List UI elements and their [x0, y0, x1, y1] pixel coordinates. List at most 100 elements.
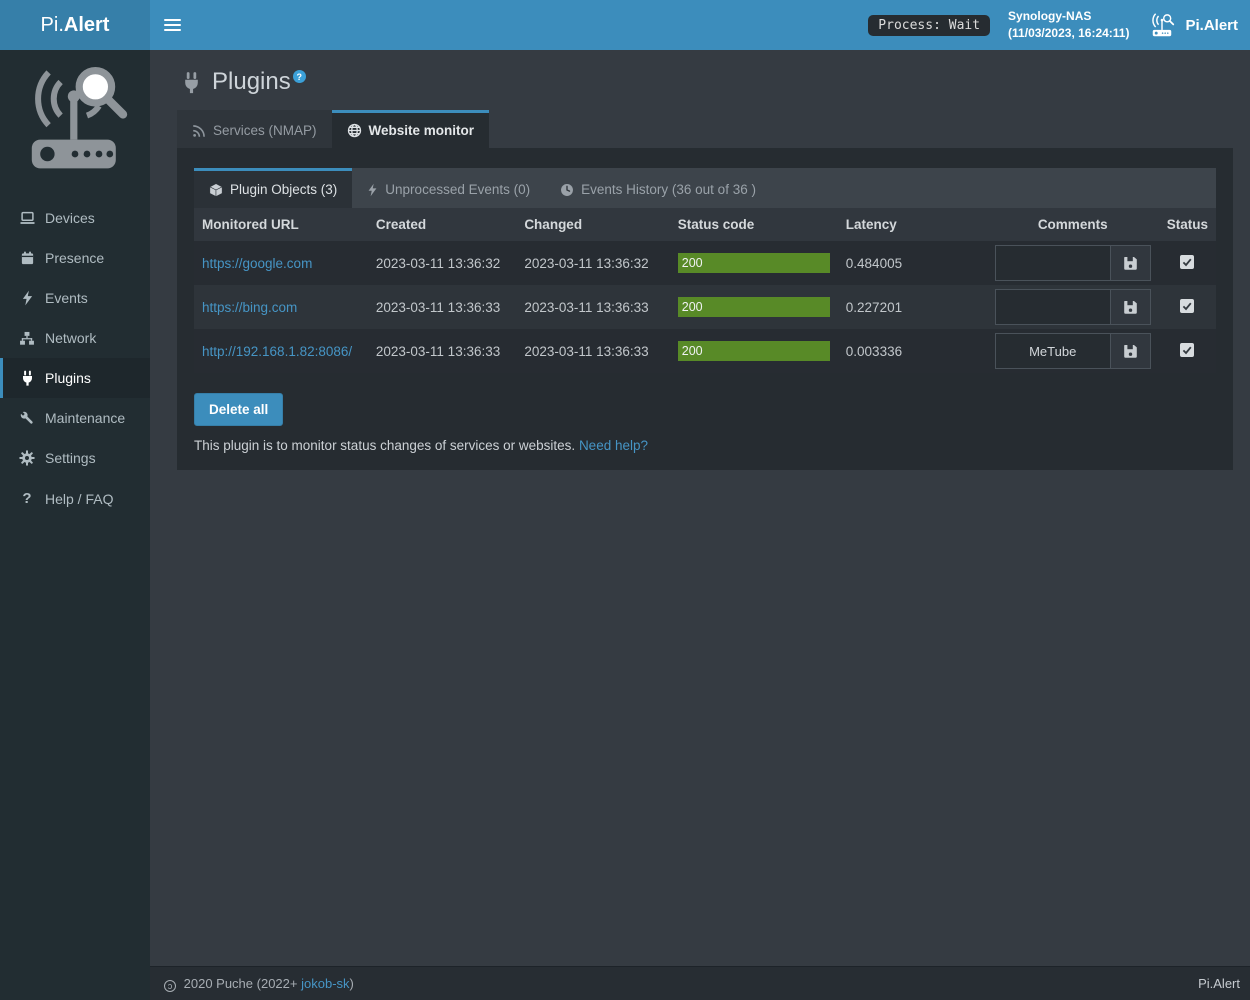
comment-input-group	[995, 289, 1151, 325]
sidebar-item-label: Plugins	[45, 370, 91, 386]
status-code-cell: 200	[670, 241, 838, 285]
status-checkbox[interactable]	[1180, 299, 1194, 313]
comment-input-group	[995, 245, 1151, 281]
process-status-badge: Process: Wait	[868, 15, 990, 36]
page-header: Plugins ?	[165, 60, 1235, 110]
status-code-cell: 200	[670, 285, 838, 329]
sidebar-item-settings[interactable]: Settings	[0, 438, 150, 478]
comment-input[interactable]	[995, 289, 1111, 325]
tab-plugin-objects[interactable]: Plugin Objects (3)	[194, 168, 352, 208]
host-name: Synology-NAS	[1008, 8, 1129, 25]
sidebar-item-label: Maintenance	[45, 410, 125, 426]
question-icon: ?	[18, 490, 36, 507]
save-icon	[1123, 344, 1138, 359]
sitemap-icon	[18, 331, 36, 346]
status-checkbox[interactable]	[1180, 343, 1194, 357]
column-header-latency: Latency	[838, 208, 987, 241]
app-logo[interactable]: Pi.Alert	[0, 0, 150, 50]
footer-brand: Pi.Alert	[1198, 976, 1240, 991]
help-badge[interactable]: ?	[293, 70, 306, 83]
app-logo-text: Pi.Alert	[41, 14, 110, 37]
save-comment-button[interactable]	[1111, 245, 1151, 281]
status-code-bar: 200	[678, 297, 830, 317]
sidebar-item-help-faq[interactable]: ? Help / FAQ	[0, 478, 150, 519]
sidebar-item-devices[interactable]: Devices	[0, 198, 150, 238]
check-icon	[1181, 256, 1193, 268]
need-help-link[interactable]: Need help?	[579, 438, 648, 453]
gear-icon	[18, 450, 36, 466]
tab-website-monitor[interactable]: Website monitor	[332, 110, 490, 148]
save-comment-button[interactable]	[1111, 333, 1151, 369]
sidebar-item-events[interactable]: Events	[0, 278, 150, 318]
column-header-comments: Comments	[987, 208, 1159, 241]
status-code-cell: 200	[670, 329, 838, 373]
sidebar-item-label: Settings	[45, 450, 96, 466]
tab-unprocessed-events[interactable]: Unprocessed Events (0)	[352, 168, 545, 208]
changed-cell: 2023-03-11 13:36:32	[516, 241, 669, 285]
jokob-sk-link[interactable]: jokob-sk	[301, 976, 349, 991]
plugin-description-text: This plugin is to monitor status changes…	[194, 438, 575, 453]
latency-cell: 0.484005	[838, 241, 987, 285]
sidebar-item-label: Events	[45, 290, 88, 306]
tab-label: Events History (36 out of 36 )	[581, 182, 756, 197]
table-row: https://google.com 2023-03-11 13:36:32 2…	[194, 241, 1216, 285]
comments-cell	[987, 329, 1159, 373]
tab-events-history[interactable]: Events History (36 out of 36 )	[545, 168, 771, 208]
column-header-status: Status	[1159, 208, 1216, 241]
footer: ɔ 2020 Puche (2022+ jokob-sk) Pi.Alert	[150, 966, 1250, 1000]
comments-cell	[987, 285, 1159, 329]
check-icon	[1181, 300, 1193, 312]
plugin-description: This plugin is to monitor status changes…	[194, 438, 1216, 453]
column-header-changed: Changed	[516, 208, 669, 241]
tab-services-nmap[interactable]: Services (NMAP)	[177, 110, 332, 148]
content-wrapper: Plugins ? Services (NMAP)	[150, 50, 1250, 1000]
comment-input-group	[995, 333, 1151, 369]
table-header-row: Monitored URL Created Changed Status cod…	[194, 208, 1216, 241]
changed-cell: 2023-03-11 13:36:33	[516, 285, 669, 329]
status-code-bar: 200	[678, 341, 830, 361]
tab-label: Website monitor	[369, 123, 475, 138]
navbar-brand-text: Pi.Alert	[1185, 17, 1238, 34]
calendar-icon	[18, 250, 36, 266]
wrench-icon	[18, 410, 36, 426]
monitored-urls-table: Monitored URL Created Changed Status cod…	[194, 208, 1216, 373]
cube-icon	[209, 183, 223, 197]
column-header-monitored-url: Monitored URL	[194, 208, 368, 241]
tab-label: Plugin Objects (3)	[230, 182, 337, 197]
table-row: http://192.168.1.82:8086/ 2023-03-11 13:…	[194, 329, 1216, 373]
status-checkbox[interactable]	[1180, 255, 1194, 269]
table-row: https://bing.com 2023-03-11 13:36:33 202…	[194, 285, 1216, 329]
status-cell	[1159, 285, 1216, 329]
sidebar-toggle-button[interactable]	[150, 0, 195, 50]
comments-cell	[987, 241, 1159, 285]
sidebar-item-plugins[interactable]: Plugins	[0, 358, 150, 398]
comment-input[interactable]	[995, 333, 1111, 369]
plug-icon	[18, 370, 36, 386]
save-comment-button[interactable]	[1111, 289, 1151, 325]
sidebar-item-label: Network	[45, 330, 96, 346]
tab-label: Unprocessed Events (0)	[385, 182, 530, 197]
sidebar: Devices Presence Events	[0, 50, 150, 1000]
save-icon	[1123, 300, 1138, 315]
monitored-url-cell: http://192.168.1.82:8086/	[194, 329, 368, 373]
bolt-icon	[18, 290, 36, 306]
satellite-dish-icon	[192, 124, 206, 138]
footer-credits: ɔ 2020 Puche (2022+ jokob-sk)	[164, 976, 354, 992]
footer-credit-suffix: )	[350, 976, 354, 991]
plugin-tabs: Services (NMAP) Website monitor	[177, 110, 1235, 148]
top-navbar: Pi.Alert Process: Wait Synology-NAS (11/…	[0, 0, 1250, 50]
router-scan-icon	[1147, 12, 1177, 38]
sidebar-item-network[interactable]: Network	[0, 318, 150, 358]
delete-all-button[interactable]: Delete all	[194, 393, 283, 426]
sidebar-item-maintenance[interactable]: Maintenance	[0, 398, 150, 438]
sidebar-item-presence[interactable]: Presence	[0, 238, 150, 278]
website-monitor-panel: Plugin Objects (3) Unprocessed Events (0…	[177, 148, 1233, 470]
monitored-url-link[interactable]: https://google.com	[202, 256, 312, 271]
monitored-url-link[interactable]: https://bing.com	[202, 300, 297, 315]
comment-input[interactable]	[995, 245, 1111, 281]
monitored-url-link[interactable]: http://192.168.1.82:8086/	[202, 344, 352, 359]
host-timestamp: (11/03/2023, 16:24:11)	[1008, 25, 1129, 42]
status-code-bar: 200	[678, 253, 830, 273]
navbar: Process: Wait Synology-NAS (11/03/2023, …	[150, 0, 1250, 50]
status-cell	[1159, 241, 1216, 285]
